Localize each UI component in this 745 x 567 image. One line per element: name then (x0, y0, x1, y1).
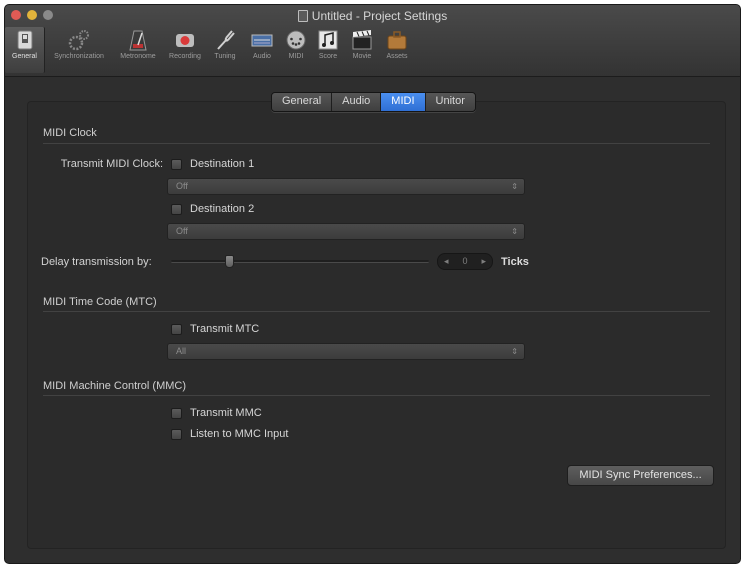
tab-unitor[interactable]: Unitor (425, 93, 475, 111)
decrement-arrow-icon[interactable]: ◂ (444, 254, 449, 269)
toolbar-assets[interactable]: Assets (379, 27, 415, 73)
clapperboard-icon (351, 29, 373, 51)
tab-midi[interactable]: MIDI (381, 93, 426, 111)
destination-2-checkbox[interactable] (171, 203, 182, 215)
listen-mmc-checkbox[interactable] (171, 428, 182, 440)
popup-arrows-icon: ⇕ (511, 347, 518, 356)
settings-toolbar: General Synchronization Metronome Record… (5, 27, 740, 75)
tab-general[interactable]: General (272, 93, 333, 111)
audio-icon (251, 29, 273, 51)
toolbar-label: Metronome (120, 53, 156, 60)
switch-icon (14, 29, 36, 51)
tab-audio[interactable]: Audio (332, 93, 382, 111)
toolbar-synchronization[interactable]: Synchronization (45, 27, 113, 73)
toolbar-metronome[interactable]: Metronome (113, 27, 163, 73)
toolbar-recording[interactable]: Recording (163, 27, 207, 73)
toolbar-label: MIDI (288, 53, 304, 60)
increment-arrow-icon[interactable]: ▸ (481, 254, 486, 269)
midi-clock-heading: MIDI Clock (43, 127, 97, 139)
destination-1-checkbox-row[interactable]: Destination 1 (171, 158, 254, 170)
ticks-unit-label: Ticks (501, 256, 529, 268)
toolbar-score[interactable]: Score (311, 27, 345, 73)
project-settings-window: Untitled - Project Settings General Sync… (4, 4, 741, 564)
transmit-midi-clock-label: Transmit MIDI Clock: (60, 158, 163, 170)
window-title: Untitled - Project Settings (5, 9, 740, 23)
gears-icon (68, 29, 90, 51)
score-icon (317, 29, 339, 51)
metronome-icon (127, 29, 149, 51)
settings-tab-bar: General Audio MIDI Unitor (271, 92, 476, 112)
delay-slider-track[interactable] (171, 260, 429, 263)
toolbar-label: Recording (169, 53, 201, 60)
midi-port-icon (285, 29, 307, 51)
destination-1-popup[interactable]: Off ⇕ (167, 178, 525, 195)
destination-2-label: Destination 2 (190, 203, 255, 215)
toolbar-label: Score (318, 53, 338, 60)
destination-1-value: Off (176, 181, 188, 191)
tuning-fork-icon (214, 29, 236, 51)
mtc-destination-popup[interactable]: All ⇕ (167, 343, 525, 360)
mtc-heading: MIDI Time Code (MTC) (43, 296, 157, 308)
destination-1-checkbox[interactable] (171, 158, 182, 170)
listen-mmc-checkbox-row[interactable]: Listen to MMC Input (171, 428, 288, 440)
record-icon (174, 29, 196, 51)
listen-mmc-label: Listen to MMC Input (190, 428, 289, 440)
toolbar-movie[interactable]: Movie (345, 27, 379, 73)
popup-arrows-icon: ⇕ (511, 182, 518, 191)
briefcase-icon (386, 29, 408, 51)
destination-2-popup[interactable]: Off ⇕ (167, 223, 525, 240)
transmit-mtc-checkbox[interactable] (171, 323, 182, 335)
delay-slider-knob[interactable] (225, 255, 234, 268)
window-title-text: Untitled - Project Settings (311, 9, 448, 23)
transmit-mtc-checkbox-row[interactable]: Transmit MTC (171, 323, 259, 335)
destination-2-value: Off (176, 226, 188, 236)
mtc-destination-value: All (176, 346, 187, 356)
toolbar-general[interactable]: General (5, 27, 45, 73)
transmit-mtc-label: Transmit MTC (190, 323, 260, 335)
transmit-mmc-checkbox-row[interactable]: Transmit MMC (171, 407, 262, 419)
mmc-heading: MIDI Machine Control (MMC) (43, 380, 187, 392)
section-divider (43, 311, 710, 312)
transmit-mmc-checkbox[interactable] (171, 407, 182, 419)
delay-ticks-value: 0 (462, 256, 468, 266)
toolbar-midi[interactable]: MIDI (281, 27, 311, 73)
destination-1-label: Destination 1 (190, 158, 255, 170)
midi-sync-preferences-button[interactable]: MIDI Sync Preferences... (567, 465, 714, 486)
document-icon (297, 10, 308, 22)
toolbar-label: Assets (386, 53, 408, 60)
toolbar-audio[interactable]: Audio (243, 27, 281, 73)
transmit-mmc-label: Transmit MMC (190, 407, 262, 419)
toolbar-label: Audio (253, 53, 271, 60)
section-divider (43, 143, 710, 144)
window-chrome: Untitled - Project Settings General Sync… (5, 5, 740, 77)
toolbar-label: Tuning (214, 53, 236, 60)
popup-arrows-icon: ⇕ (511, 227, 518, 236)
toolbar-label: Movie (352, 53, 372, 60)
destination-2-checkbox-row[interactable]: Destination 2 (171, 203, 254, 215)
delay-transmission-label: Delay transmission by: (41, 256, 152, 268)
toolbar-label: Synchronization (54, 53, 104, 60)
toolbar-label: General (12, 53, 37, 60)
toolbar-tuning[interactable]: Tuning (207, 27, 243, 73)
delay-ticks-stepper[interactable]: ◂ 0 ▸ (437, 253, 493, 270)
section-divider (43, 395, 710, 396)
